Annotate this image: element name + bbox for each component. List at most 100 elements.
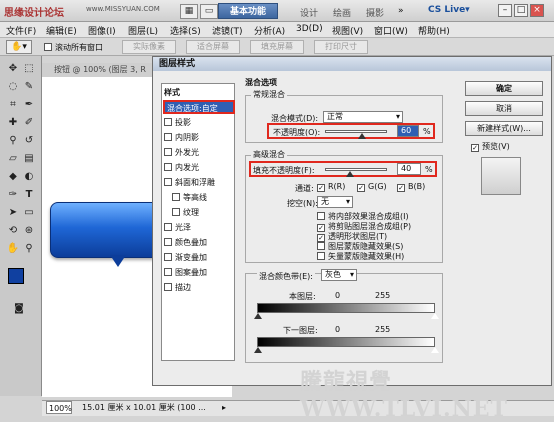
gradient-overlay-checkbox[interactable] — [164, 253, 172, 261]
channel-g-checkbox[interactable] — [357, 184, 365, 192]
layer-mask-hides-checkbox[interactable] — [317, 242, 325, 250]
underlying-black-thumb[interactable] — [254, 347, 262, 353]
history-brush-icon[interactable]: ↺ — [22, 134, 36, 148]
workspace-more-icon[interactable]: » — [398, 6, 404, 16]
menu-help[interactable]: 帮助(H) — [418, 24, 450, 37]
style-item-outer-glow[interactable]: 外发光 — [164, 146, 232, 160]
menu-analysis[interactable]: 分析(A) — [254, 24, 285, 37]
vector-mask-hides-checkbox[interactable] — [317, 252, 325, 260]
menu-file[interactable]: 文件(F) — [6, 24, 36, 37]
bevel-emboss-checkbox[interactable] — [164, 178, 172, 186]
style-item-contour[interactable]: 等高线 — [172, 191, 240, 205]
knockout-select[interactable]: 无 — [317, 196, 353, 208]
eraser-icon[interactable]: ▱ — [6, 152, 20, 166]
clone-stamp-icon[interactable]: ⚲ — [6, 134, 20, 148]
workspace-tab-paint[interactable]: 绘画 — [333, 6, 351, 19]
cancel-button[interactable]: 取消 — [465, 101, 543, 116]
lasso-tool-icon[interactable]: ◌ — [6, 80, 20, 94]
style-item-texture[interactable]: 纹理 — [172, 206, 240, 220]
arrange-icon[interactable]: ▦ — [180, 4, 198, 19]
menu-filter[interactable]: 滤镜(T) — [212, 24, 243, 37]
actual-pixels-button[interactable]: 实际像素 — [122, 40, 176, 54]
hand-tool-icon[interactable]: ✋ — [6, 242, 20, 256]
satin-checkbox[interactable] — [164, 223, 172, 231]
cs-live-button[interactable]: CS Live▾ — [428, 5, 470, 15]
style-item-satin[interactable]: 光泽 — [164, 221, 232, 235]
menu-3d[interactable]: 3D(D) — [296, 24, 323, 34]
fill-opacity-input[interactable]: 40 — [397, 163, 421, 175]
print-size-button[interactable]: 打印尺寸 — [314, 40, 368, 54]
3d-rotate-icon[interactable]: ⟲ — [6, 224, 20, 238]
style-item-inner-glow[interactable]: 内发光 — [164, 161, 232, 175]
fill-opacity-slider-track[interactable] — [325, 168, 387, 171]
color-overlay-checkbox[interactable] — [164, 238, 172, 246]
stroke-checkbox[interactable] — [164, 283, 172, 291]
channel-r-checkbox[interactable] — [317, 184, 325, 192]
blend-if-select[interactable]: 灰色 — [321, 269, 357, 281]
opacity-slider-thumb[interactable] — [358, 133, 366, 139]
style-item-color-overlay[interactable]: 颜色叠加 — [164, 236, 232, 250]
eyedropper-icon[interactable]: ✒ — [22, 98, 36, 112]
channel-b-checkbox[interactable] — [397, 184, 405, 192]
minimize-icon[interactable]: – — [498, 4, 512, 17]
move-tool-icon[interactable]: ✥ — [6, 62, 20, 76]
opacity-input[interactable]: 60 — [397, 125, 419, 137]
this-layer-white-thumb[interactable] — [431, 313, 439, 319]
shape-tool-icon[interactable]: ▭ — [22, 206, 36, 220]
blend-mode-select[interactable]: 正常 — [323, 111, 403, 123]
workspace-tab-design[interactable]: 设计 — [300, 6, 318, 19]
texture-checkbox[interactable] — [172, 208, 180, 216]
quick-mask-icon[interactable]: ◙ — [12, 302, 26, 316]
menu-edit[interactable]: 编辑(E) — [46, 24, 77, 37]
fit-screen-button[interactable]: 适合屏幕 — [186, 40, 240, 54]
style-item-drop-shadow[interactable]: 投影 — [164, 116, 232, 130]
inner-shadow-checkbox[interactable] — [164, 133, 172, 141]
quick-select-icon[interactable]: ✎ — [22, 80, 36, 94]
style-item-bevel-emboss[interactable]: 斜面和浮雕 — [164, 176, 232, 190]
hand-tool-preset-icon[interactable]: ✋▾ — [6, 40, 32, 54]
drop-shadow-checkbox[interactable] — [164, 118, 172, 126]
style-item-gradient-overlay[interactable]: 渐变叠加 — [164, 251, 232, 265]
type-tool-icon[interactable]: T — [22, 188, 36, 202]
style-item-stroke[interactable]: 描边 — [164, 281, 232, 295]
style-item-pattern-overlay[interactable]: 图案叠加 — [164, 266, 232, 280]
path-select-icon[interactable]: ➤ — [6, 206, 20, 220]
inner-glow-checkbox[interactable] — [164, 163, 172, 171]
screen-mode-icon[interactable]: ▭ — [200, 4, 218, 19]
zoom-field[interactable]: 100% — [46, 401, 72, 414]
contour-checkbox[interactable] — [172, 193, 180, 201]
workspace-essentials-button[interactable]: 基本功能 — [218, 3, 278, 19]
menu-image[interactable]: 图像(I) — [88, 24, 116, 37]
opacity-slider-track[interactable] — [325, 130, 387, 133]
outer-glow-checkbox[interactable] — [164, 148, 172, 156]
ok-button[interactable]: 确定 — [465, 81, 543, 96]
healing-brush-icon[interactable]: ✚ — [6, 116, 20, 130]
brush-tool-icon[interactable]: ✐ — [22, 116, 36, 130]
fill-screen-button[interactable]: 填充屏幕 — [250, 40, 304, 54]
close-icon[interactable]: × — [530, 4, 544, 17]
dodge-tool-icon[interactable]: ◐ — [22, 170, 36, 184]
crop-tool-icon[interactable]: ⌗ — [6, 98, 20, 112]
menu-select[interactable]: 选择(S) — [170, 24, 201, 37]
fill-opacity-slider-thumb[interactable] — [346, 171, 354, 177]
underlying-white-thumb[interactable] — [431, 347, 439, 353]
status-menu-arrow-icon[interactable]: ▸ — [222, 401, 226, 415]
menu-window[interactable]: 窗口(W) — [374, 24, 408, 37]
style-item-inner-shadow[interactable]: 内阴影 — [164, 131, 232, 145]
menu-view[interactable]: 视图(V) — [332, 24, 363, 37]
style-item-blending-options[interactable]: 混合选项:自定 — [163, 100, 235, 114]
preview-checkbox[interactable] — [471, 144, 479, 152]
blend-interior-checkbox[interactable] — [317, 212, 325, 220]
menu-layer[interactable]: 图层(L) — [128, 24, 158, 37]
new-style-button[interactable]: 新建样式(W)... — [465, 121, 543, 136]
styles-header[interactable]: 样式 — [164, 86, 232, 100]
maximize-icon[interactable]: □ — [514, 4, 528, 17]
pattern-overlay-checkbox[interactable] — [164, 268, 172, 276]
3d-orbit-icon[interactable]: ⊛ — [22, 224, 36, 238]
zoom-tool-icon[interactable]: ⚲ — [22, 242, 36, 256]
doc-size-info[interactable]: 15.01 厘米 x 10.01 厘米 (100 ... — [82, 401, 206, 415]
scroll-all-checkbox[interactable] — [44, 43, 52, 51]
this-layer-black-thumb[interactable] — [254, 313, 262, 319]
foreground-color-swatch[interactable] — [8, 268, 24, 284]
marquee-tool-icon[interactable]: ⬚ — [22, 62, 36, 76]
